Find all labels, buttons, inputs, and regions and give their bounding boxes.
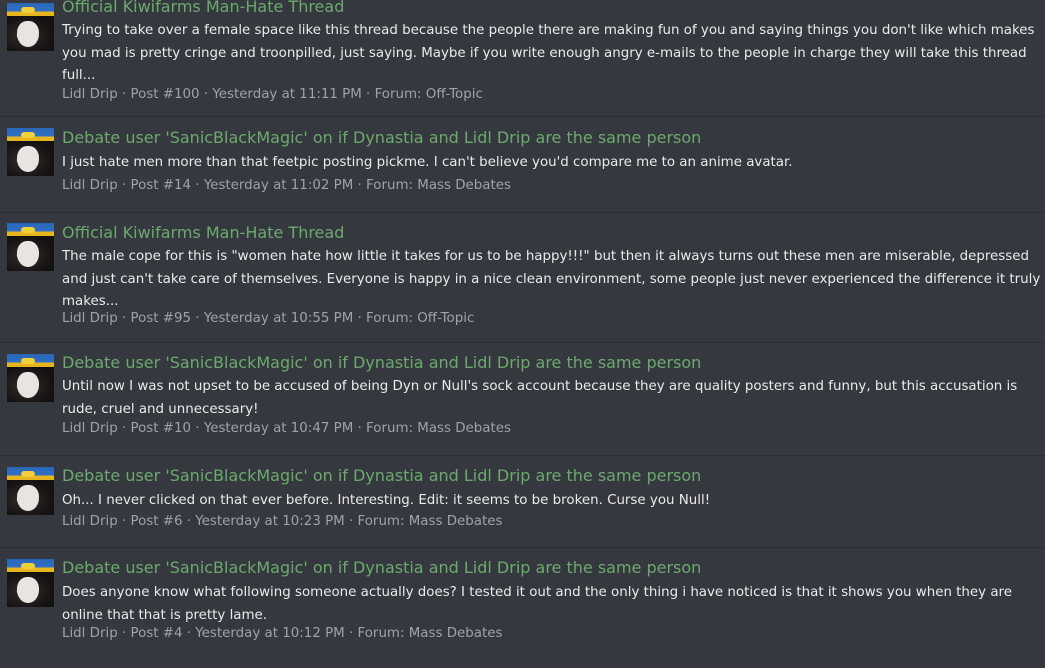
post-number-link[interactable]: Post #14	[130, 178, 191, 193]
forum-link[interactable]: Forum: Mass Debates	[358, 514, 503, 529]
post-timestamp: Yesterday at 10:55 PM	[203, 311, 354, 326]
result-snippet: The male cope for this is "women hate ho…	[62, 249, 1041, 309]
result-thread-title[interactable]: Debate user 'SanicBlackMagic' on if Dyna…	[62, 353, 701, 372]
forum-link[interactable]: Forum: Off-Topic	[366, 311, 474, 326]
post-number-link[interactable]: Post #6	[130, 514, 182, 529]
meta-separator: ·	[344, 626, 358, 641]
forum-link[interactable]: Forum: Off-Topic	[375, 87, 483, 102]
result-meta: Lidl Drip · Post #14 · Yesterday at 11:0…	[62, 178, 511, 193]
meta-separator: ·	[361, 87, 375, 102]
meta-separator: ·	[353, 421, 367, 436]
search-result: Debate user 'SanicBlackMagic' on if Dyna…	[0, 456, 1045, 548]
search-result: Debate user 'SanicBlackMagic' on if Dyna…	[0, 343, 1045, 456]
author-link[interactable]: Lidl Drip	[62, 514, 118, 529]
search-results-list: Official Kiwifarms Man-Hate Thread Tryin…	[0, 0, 1045, 668]
meta-separator: ·	[191, 421, 204, 436]
author-link[interactable]: Lidl Drip	[62, 626, 118, 641]
meta-separator: ·	[117, 311, 131, 326]
result-snippet: I just hate men more than that feetpic p…	[62, 155, 793, 170]
result-meta: Lidl Drip · Post #4 · Yesterday at 10:12…	[62, 626, 502, 641]
meta-separator: ·	[117, 421, 131, 436]
result-meta: Lidl Drip · Post #10 · Yesterday at 10:4…	[62, 421, 511, 436]
post-number-link[interactable]: Post #95	[130, 311, 191, 326]
meta-separator: ·	[353, 178, 367, 193]
avatar[interactable]	[7, 3, 54, 51]
result-meta: Lidl Drip · Post #6 · Yesterday at 10:23…	[62, 514, 502, 529]
post-timestamp: Yesterday at 10:12 PM	[195, 626, 345, 641]
meta-separator: ·	[191, 311, 204, 326]
author-link[interactable]: Lidl Drip	[62, 311, 118, 326]
forum-link[interactable]: Forum: Mass Debates	[358, 626, 503, 641]
author-link[interactable]: Lidl Drip	[62, 178, 118, 193]
meta-separator: ·	[199, 87, 213, 102]
avatar[interactable]	[7, 128, 54, 176]
result-snippet: Oh... I never clicked on that ever befor…	[62, 493, 711, 508]
forum-link[interactable]: Forum: Mass Debates	[366, 421, 511, 436]
meta-separator: ·	[182, 626, 196, 641]
avatar[interactable]	[7, 559, 54, 607]
meta-separator: ·	[117, 178, 131, 193]
result-thread-title[interactable]: Debate user 'SanicBlackMagic' on if Dyna…	[62, 128, 701, 147]
meta-separator: ·	[117, 87, 131, 102]
result-meta: Lidl Drip · Post #100 · Yesterday at 11:…	[62, 87, 483, 102]
result-meta: Lidl Drip · Post #95 · Yesterday at 10:5…	[62, 311, 474, 326]
author-link[interactable]: Lidl Drip	[62, 421, 118, 436]
post-number-link[interactable]: Post #100	[130, 87, 199, 102]
result-snippet: Does anyone know what following someone …	[62, 585, 1012, 623]
avatar[interactable]	[7, 223, 54, 271]
result-thread-title[interactable]: Official Kiwifarms Man-Hate Thread	[62, 0, 344, 16]
result-thread-title[interactable]: Official Kiwifarms Man-Hate Thread	[62, 223, 344, 242]
search-result: Official Kiwifarms Man-Hate Thread Tryin…	[0, 0, 1045, 117]
post-number-link[interactable]: Post #10	[130, 421, 191, 436]
post-timestamp: Yesterday at 11:02 PM	[203, 178, 354, 193]
meta-separator: ·	[182, 514, 196, 529]
avatar[interactable]	[7, 354, 54, 402]
search-result: Official Kiwifarms Man-Hate Thread The m…	[0, 213, 1045, 343]
avatar[interactable]	[7, 467, 54, 515]
meta-separator: ·	[353, 311, 367, 326]
result-snippet: Trying to take over a female space like …	[62, 23, 1035, 83]
search-result: Debate user 'SanicBlackMagic' on if Dyna…	[0, 117, 1045, 213]
post-timestamp: Yesterday at 11:11 PM	[212, 87, 362, 102]
forum-link[interactable]: Forum: Mass Debates	[366, 178, 511, 193]
post-timestamp: Yesterday at 10:47 PM	[203, 421, 354, 436]
result-thread-title[interactable]: Debate user 'SanicBlackMagic' on if Dyna…	[62, 466, 701, 485]
post-timestamp: Yesterday at 10:23 PM	[195, 514, 345, 529]
post-number-link[interactable]: Post #4	[130, 626, 182, 641]
search-result: Debate user 'SanicBlackMagic' on if Dyna…	[0, 548, 1045, 668]
meta-separator: ·	[344, 514, 358, 529]
result-snippet: Until now I was not upset to be accused …	[62, 379, 1018, 417]
meta-separator: ·	[117, 626, 131, 641]
meta-separator: ·	[191, 178, 204, 193]
meta-separator: ·	[117, 514, 131, 529]
author-link[interactable]: Lidl Drip	[62, 87, 118, 102]
result-thread-title[interactable]: Debate user 'SanicBlackMagic' on if Dyna…	[62, 558, 701, 577]
